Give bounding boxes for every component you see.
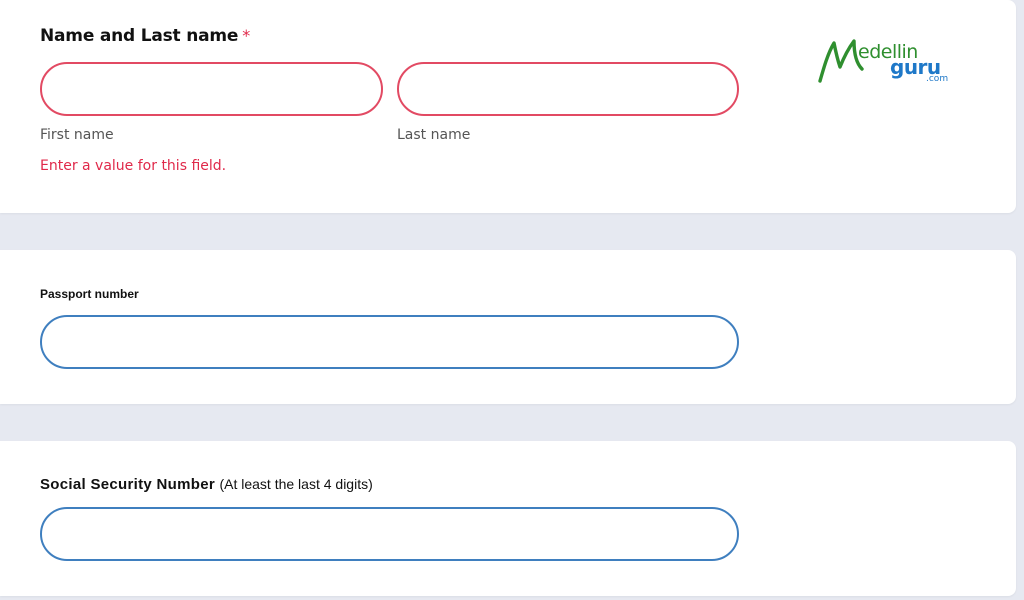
ssn-input[interactable] <box>40 507 739 561</box>
ssn-hint: (At least the last 4 digits) <box>219 476 373 492</box>
name-card: Name and Last name * First name Last name… <box>0 0 1016 213</box>
ssn-card: Social Security Number (At least the las… <box>0 441 1016 596</box>
passport-input[interactable] <box>40 315 739 369</box>
last-name-input[interactable] <box>397 62 739 116</box>
name-label: Name and Last name * <box>40 26 250 46</box>
required-asterisk: * <box>242 26 251 45</box>
ssn-label: Social Security Number (At least the las… <box>40 476 373 493</box>
last-name-sublabel: Last name <box>397 127 471 143</box>
ssn-label-text: Social Security Number <box>40 476 215 493</box>
name-error-message: Enter a value for this field. <box>40 158 227 174</box>
medellin-guru-logo: edellin guru .com <box>818 37 958 87</box>
logo-tld: .com <box>926 74 949 84</box>
name-label-text: Name and Last name <box>40 26 239 46</box>
passport-label: Passport number <box>40 287 139 301</box>
first-name-input[interactable] <box>40 62 383 116</box>
passport-card: Passport number <box>0 250 1016 404</box>
first-name-sublabel: First name <box>40 127 114 143</box>
